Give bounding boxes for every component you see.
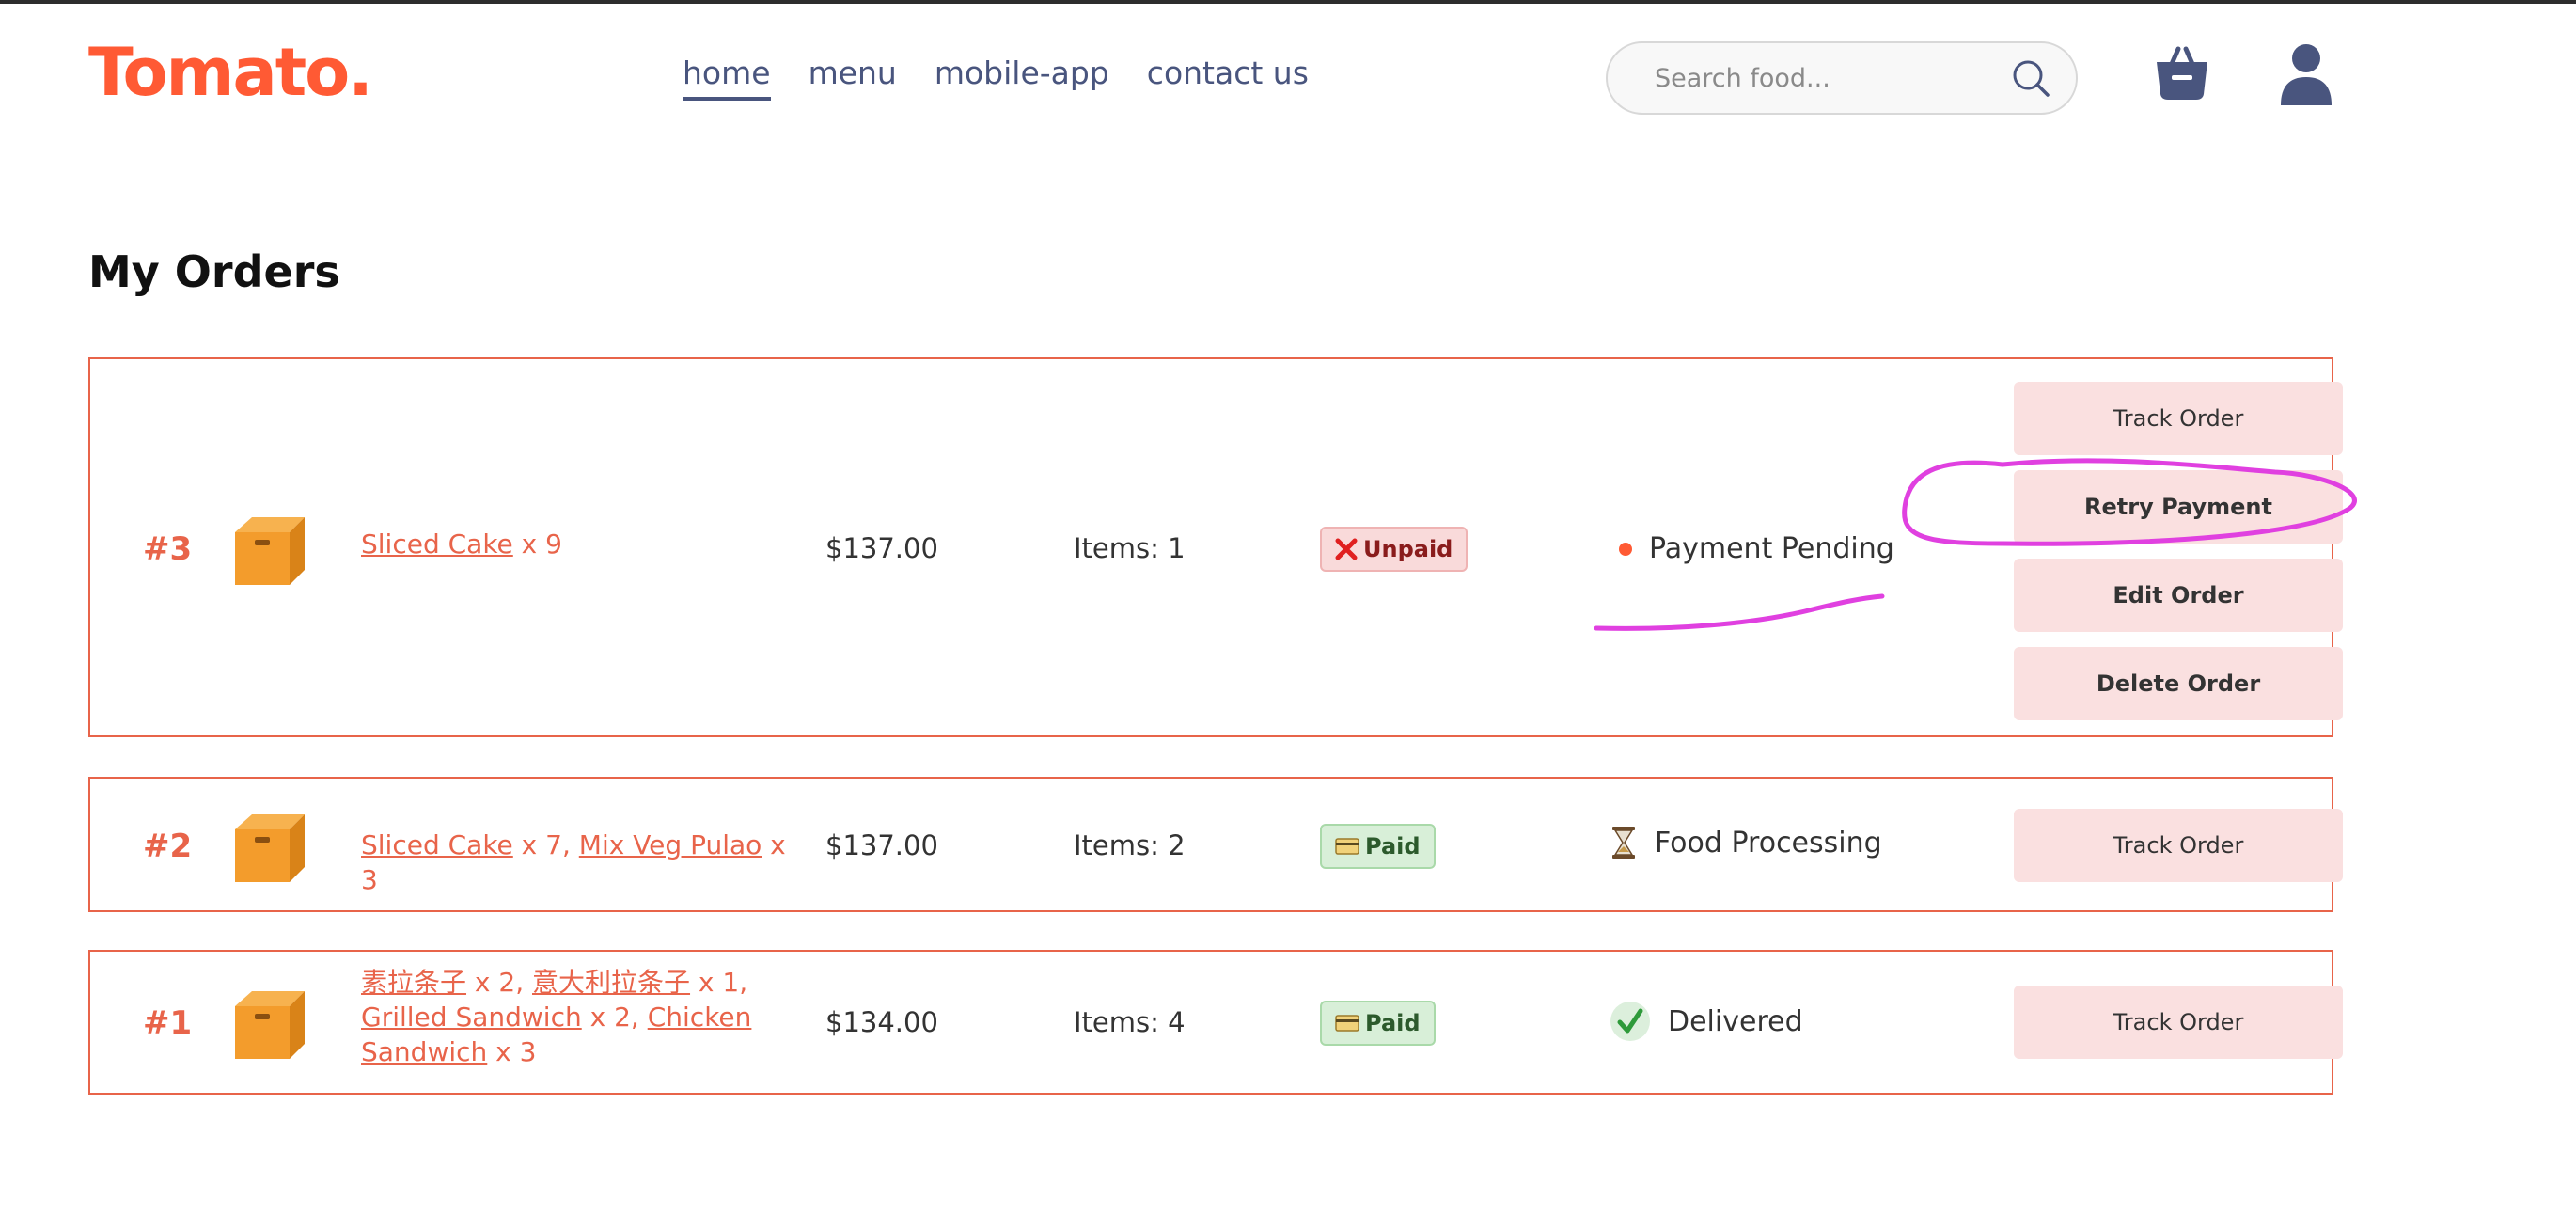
search-bar	[1606, 41, 2078, 115]
order-status-label: Delivered	[1668, 1004, 1803, 1038]
order-amount: $137.00	[825, 532, 938, 564]
item-link[interactable]: 意大利拉条子	[532, 967, 690, 998]
basket-icon[interactable]	[2153, 41, 2211, 103]
page-title: My Orders	[88, 246, 340, 297]
search-input[interactable]	[1653, 62, 2010, 94]
item-link[interactable]: Sliced Cake	[361, 829, 513, 860]
x-mark-icon	[1335, 538, 1358, 560]
item-link[interactable]: Mix Veg Pulao	[579, 829, 762, 860]
order-card: #2 Sliced Cake x 7, Mix Veg Pulao x 3 $1…	[88, 777, 2343, 912]
order-status: Food Processing	[1610, 826, 1882, 860]
item-quantity: x 9	[512, 529, 562, 560]
edit-order-button[interactable]: Edit Order	[2014, 559, 2343, 632]
payment-badge: Paid	[1320, 824, 1436, 869]
item-link[interactable]: Sliced Cake	[361, 529, 513, 560]
item-quantity: x 7,	[512, 829, 579, 860]
item-link[interactable]: Grilled Sandwich	[361, 1002, 582, 1033]
payment-status-label: Paid	[1365, 1010, 1421, 1036]
track-order-button[interactable]: Track Order	[2014, 382, 2343, 455]
order-item-count: Items: 4	[1074, 1006, 1186, 1038]
payment-badge: Paid	[1320, 1001, 1436, 1046]
order-status: Delivered	[1610, 1001, 1803, 1042]
order-status-label: Payment Pending	[1649, 532, 1894, 565]
order-items: Sliced Cake x 9	[361, 527, 756, 561]
hourglass-icon	[1612, 827, 1635, 859]
nav-item-mobile-app[interactable]: mobile-app	[935, 55, 1109, 101]
order-card: #1 素拉条子 x 2, 意大利拉条子 x 1, Grilled Sandwic…	[88, 950, 2343, 1095]
checkmark-icon	[1610, 1002, 1650, 1041]
profile-icon[interactable]	[2279, 41, 2333, 107]
track-order-button[interactable]: Track Order	[2014, 986, 2343, 1059]
order-item-count: Items: 1	[1074, 532, 1186, 564]
payment-status-label: Paid	[1365, 833, 1421, 860]
retry-payment-button[interactable]: Retry Payment	[2014, 470, 2343, 544]
order-items: 素拉条子 x 2, 意大利拉条子 x 1, Grilled Sandwich x…	[361, 965, 765, 1069]
order-card: #3 Sliced Cake x 9 $137.00 Items: 1 Unpa…	[88, 357, 2343, 737]
box-icon	[235, 991, 305, 1059]
item-quantity: x 2,	[581, 1002, 648, 1033]
item-link[interactable]: 素拉条子	[361, 967, 466, 998]
payment-status-label: Unpaid	[1363, 536, 1453, 562]
main-nav: home menu mobile-app contact us	[683, 55, 1309, 101]
nav-item-menu[interactable]: menu	[809, 55, 897, 101]
status-dot-icon	[1619, 542, 1632, 556]
search-icon[interactable]	[2010, 57, 2051, 99]
item-quantity: x 1,	[690, 967, 748, 998]
order-items: Sliced Cake x 7, Mix Veg Pulao x 3	[361, 828, 793, 897]
order-amount: $137.00	[825, 829, 938, 861]
nav-item-home[interactable]: home	[683, 55, 771, 101]
card-icon	[1335, 838, 1359, 855]
order-status-label: Food Processing	[1655, 826, 1882, 860]
item-quantity: x 3	[487, 1036, 537, 1067]
nav-item-contact-us[interactable]: contact us	[1147, 55, 1309, 101]
card-icon	[1335, 1015, 1359, 1032]
window-top-border	[0, 0, 2576, 4]
payment-badge: Unpaid	[1320, 527, 1469, 572]
order-id: #3	[143, 530, 193, 568]
box-icon	[235, 814, 305, 882]
order-id: #2	[143, 828, 193, 865]
order-status: Payment Pending	[1610, 532, 1894, 565]
brand-logo[interactable]: Tomato.	[88, 34, 373, 111]
order-amount: $134.00	[825, 1006, 938, 1038]
track-order-button[interactable]: Track Order	[2014, 809, 2343, 882]
order-item-count: Items: 2	[1074, 829, 1186, 861]
item-quantity: x 2,	[466, 967, 533, 998]
box-icon	[235, 517, 305, 585]
order-id: #1	[143, 1004, 193, 1042]
delete-order-button[interactable]: Delete Order	[2014, 647, 2343, 720]
